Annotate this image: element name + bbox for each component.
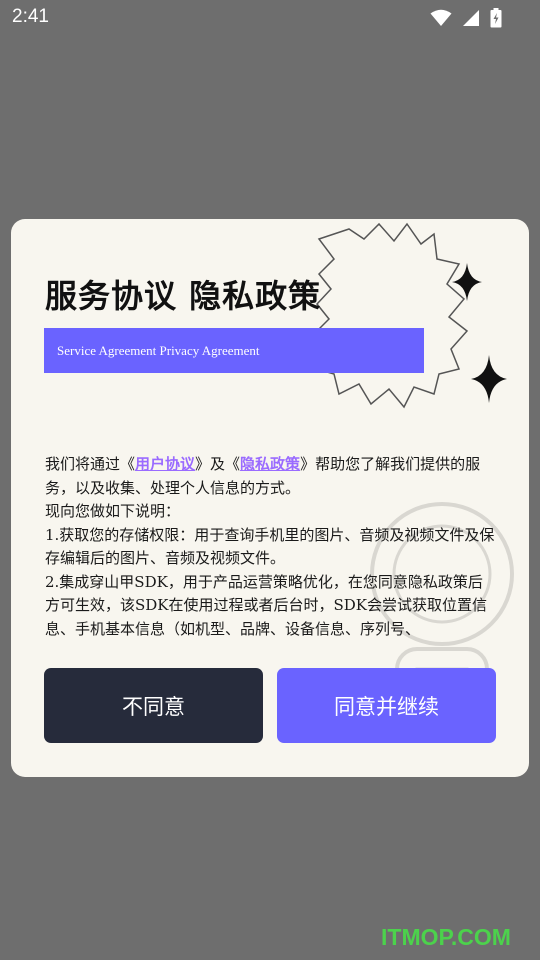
dialog-title: 服务协议 隐私政策 [45, 277, 322, 315]
status-bar: 2:41 [0, 0, 540, 36]
starburst-decoration [312, 222, 469, 409]
user-agreement-link[interactable]: 用户协议 [135, 455, 195, 473]
signal-icon [462, 9, 480, 27]
battery-charging-icon [490, 8, 502, 28]
sparkle-large-icon [471, 355, 507, 403]
agree-continue-button[interactable]: 同意并继续 [277, 668, 496, 743]
explanation-heading: 现向您做如下说明： [45, 502, 181, 520]
intro-mid: 》及《 [195, 455, 241, 473]
subtitle-banner: Service Agreement Privacy Agreement [44, 328, 424, 373]
status-time: 2:41 [12, 6, 49, 27]
storage-permission-item: 1.获取您的存储权限：用于查询手机里的图片、音频及视频文件及保存编辑后的图片、音… [45, 525, 495, 568]
status-icons [430, 8, 502, 28]
agreement-body: 我们将通过《用户协议》及《隐私政策》帮助您了解我们提供的服务，以及收集、处理个人… [45, 453, 497, 643]
site-watermark: ITMOP.COM [381, 924, 511, 950]
privacy-dialog: 服务协议 隐私政策 Service Agreement Privacy Agre… [11, 219, 529, 777]
intro-prefix: 我们将通过《 [45, 455, 136, 473]
intro-paragraph: 我们将通过《用户协议》及《隐私政策》帮助您了解我们提供的服务，以及收集、处理个人… [45, 453, 497, 500]
privacy-policy-link[interactable]: 隐私政策 [240, 455, 300, 473]
sparkle-small-icon [452, 263, 482, 301]
disagree-button[interactable]: 不同意 [44, 668, 263, 743]
subtitle-text: Service Agreement Privacy Agreement [57, 342, 260, 358]
wifi-icon [430, 9, 452, 27]
sdk-item: 2.集成穿山甲SDK，用于产品运营策略优化，在您同意隐私政策后方可生效，该SDK… [45, 572, 488, 638]
